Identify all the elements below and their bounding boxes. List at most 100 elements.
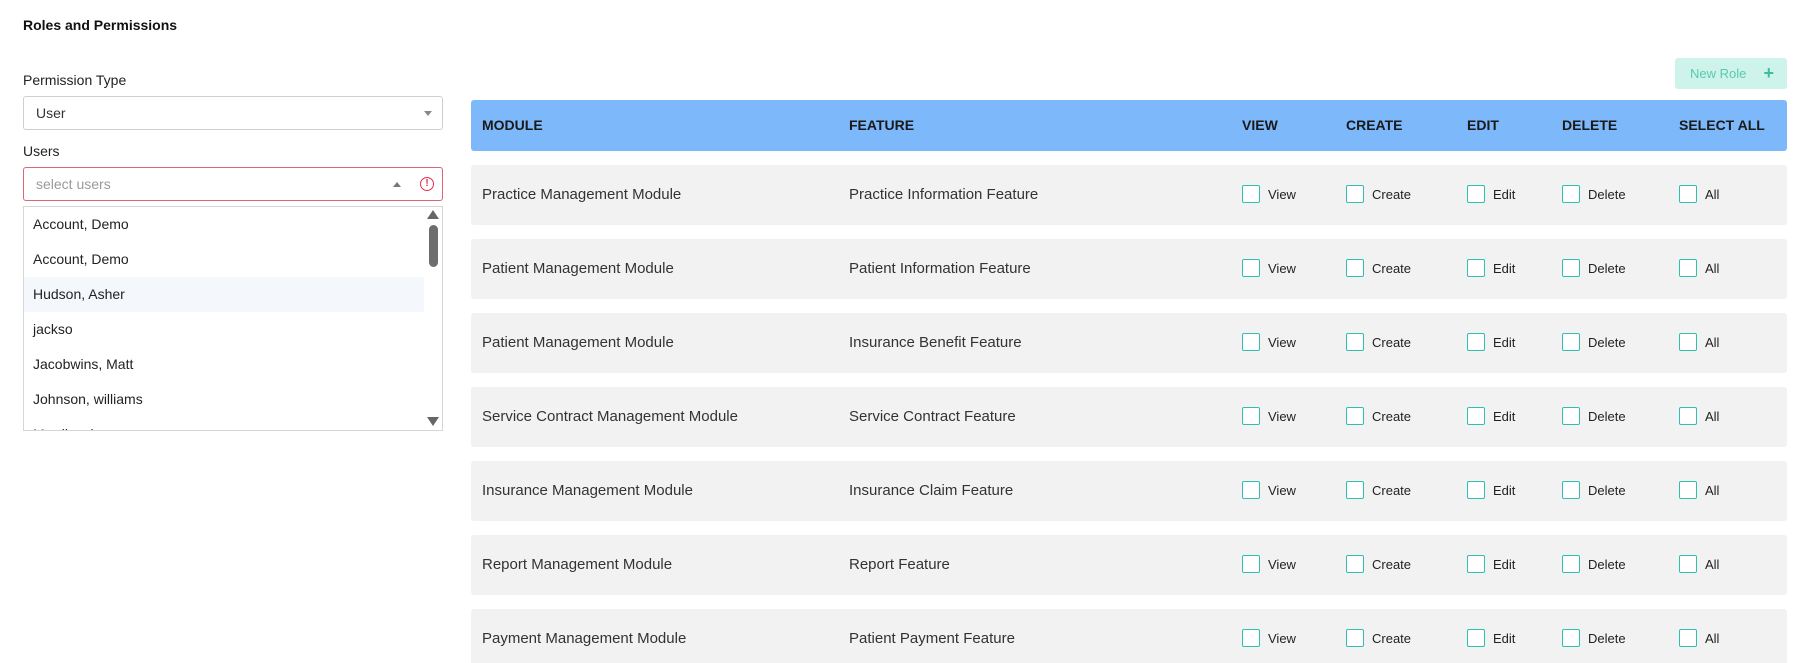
user-option[interactable]: Johnson, williams	[24, 382, 424, 417]
checkbox-box[interactable]	[1242, 407, 1260, 425]
create-checkbox[interactable]: Create	[1346, 407, 1411, 425]
edit-checkbox[interactable]: Edit	[1467, 333, 1515, 351]
delete-checkbox[interactable]: Delete	[1562, 259, 1626, 277]
delete-checkbox[interactable]: Delete	[1562, 555, 1626, 573]
checkbox-box[interactable]	[1679, 185, 1697, 203]
checkbox-box[interactable]	[1242, 481, 1260, 499]
edit-checkbox[interactable]: Edit	[1467, 629, 1515, 647]
create-checkbox[interactable]: Create	[1346, 555, 1411, 573]
checkbox-box[interactable]	[1562, 407, 1580, 425]
edit-checkbox-label: Edit	[1493, 482, 1516, 498]
view-checkbox[interactable]: View	[1242, 333, 1296, 351]
checkbox-box[interactable]	[1467, 333, 1485, 351]
new-role-button[interactable]: New Role +	[1675, 58, 1787, 89]
chevron-up-icon[interactable]	[393, 182, 401, 187]
row-feature: Insurance Claim Feature	[849, 482, 1014, 499]
header-create: CREATE	[1346, 117, 1403, 133]
view-checkbox[interactable]: View	[1242, 407, 1296, 425]
create-checkbox[interactable]: Create	[1346, 185, 1411, 203]
all-checkbox[interactable]: All	[1679, 481, 1719, 499]
view-checkbox[interactable]: View	[1242, 555, 1296, 573]
all-checkbox[interactable]: All	[1679, 555, 1719, 573]
create-checkbox[interactable]: Create	[1346, 629, 1411, 647]
users-placeholder: select users	[36, 176, 111, 192]
view-checkbox[interactable]: View	[1242, 481, 1296, 499]
scroll-up-arrow-icon[interactable]	[427, 210, 439, 219]
create-checkbox-label: Create	[1372, 186, 1412, 202]
delete-checkbox[interactable]: Delete	[1562, 185, 1626, 203]
view-checkbox-label: View	[1268, 260, 1296, 276]
user-option[interactable]: Account, Demo	[24, 207, 424, 242]
user-option[interactable]: Account, Demo	[24, 242, 424, 277]
checkbox-box[interactable]	[1562, 185, 1580, 203]
checkbox-box[interactable]	[1242, 629, 1260, 647]
delete-checkbox[interactable]: Delete	[1562, 481, 1626, 499]
checkbox-box[interactable]	[1562, 333, 1580, 351]
all-checkbox[interactable]: All	[1679, 185, 1719, 203]
user-option[interactable]: Merrlin, shaan	[24, 417, 424, 430]
checkbox-box[interactable]	[1679, 629, 1697, 647]
delete-checkbox[interactable]: Delete	[1562, 407, 1626, 425]
checkbox-box[interactable]	[1562, 259, 1580, 277]
all-checkbox[interactable]: All	[1679, 407, 1719, 425]
user-option[interactable]: Hudson, Asher	[24, 277, 424, 312]
edit-checkbox[interactable]: Edit	[1467, 481, 1515, 499]
checkbox-box[interactable]	[1242, 555, 1260, 573]
delete-checkbox[interactable]: Delete	[1562, 333, 1626, 351]
header-edit: EDIT	[1467, 117, 1499, 133]
all-checkbox-label: All	[1705, 408, 1720, 424]
all-checkbox[interactable]: All	[1679, 333, 1719, 351]
checkbox-box[interactable]	[1346, 333, 1364, 351]
create-checkbox[interactable]: Create	[1346, 481, 1411, 499]
checkbox-box[interactable]	[1467, 407, 1485, 425]
create-checkbox-label: Create	[1372, 556, 1412, 572]
checkbox-box[interactable]	[1346, 555, 1364, 573]
scroll-down-arrow-icon[interactable]	[427, 417, 439, 426]
checkbox-box[interactable]	[1242, 259, 1260, 277]
user-option[interactable]: Jacobwins, Matt	[24, 347, 424, 382]
user-option[interactable]: jackso	[24, 312, 424, 347]
dropdown-scrollbar[interactable]	[424, 207, 442, 430]
view-checkbox[interactable]: View	[1242, 629, 1296, 647]
view-checkbox[interactable]: View	[1242, 185, 1296, 203]
checkbox-box[interactable]	[1679, 333, 1697, 351]
checkbox-box[interactable]	[1562, 481, 1580, 499]
view-checkbox[interactable]: View	[1242, 259, 1296, 277]
checkbox-box[interactable]	[1467, 629, 1485, 647]
checkbox-box[interactable]	[1467, 555, 1485, 573]
all-checkbox[interactable]: All	[1679, 259, 1719, 277]
checkbox-box[interactable]	[1242, 185, 1260, 203]
checkbox-box[interactable]	[1346, 407, 1364, 425]
checkbox-box[interactable]	[1346, 259, 1364, 277]
checkbox-box[interactable]	[1346, 481, 1364, 499]
delete-checkbox[interactable]: Delete	[1562, 629, 1626, 647]
checkbox-box[interactable]	[1346, 185, 1364, 203]
checkbox-box[interactable]	[1346, 629, 1364, 647]
edit-checkbox[interactable]: Edit	[1467, 407, 1515, 425]
users-select-input[interactable]: select users !	[23, 167, 443, 201]
checkbox-box[interactable]	[1467, 259, 1485, 277]
edit-checkbox[interactable]: Edit	[1467, 259, 1515, 277]
checkbox-box[interactable]	[1467, 185, 1485, 203]
checkbox-box[interactable]	[1679, 259, 1697, 277]
row-feature: Service Contract Feature	[849, 408, 1016, 425]
row-feature: Patient Payment Feature	[849, 630, 1015, 647]
permission-type-select[interactable]: User	[23, 96, 443, 130]
checkbox-box[interactable]	[1679, 407, 1697, 425]
scrollbar-thumb[interactable]	[429, 225, 438, 267]
table-row: Patient Management Module Insurance Benef…	[471, 313, 1787, 373]
row-module: Report Management Module	[482, 556, 673, 573]
edit-checkbox[interactable]: Edit	[1467, 185, 1515, 203]
view-checkbox-label: View	[1268, 482, 1296, 498]
checkbox-box[interactable]	[1679, 555, 1697, 573]
create-checkbox[interactable]: Create	[1346, 259, 1411, 277]
edit-checkbox-label: Edit	[1493, 408, 1516, 424]
checkbox-box[interactable]	[1679, 481, 1697, 499]
checkbox-box[interactable]	[1562, 629, 1580, 647]
create-checkbox[interactable]: Create	[1346, 333, 1411, 351]
checkbox-box[interactable]	[1467, 481, 1485, 499]
edit-checkbox[interactable]: Edit	[1467, 555, 1515, 573]
checkbox-box[interactable]	[1562, 555, 1580, 573]
checkbox-box[interactable]	[1242, 333, 1260, 351]
all-checkbox[interactable]: All	[1679, 629, 1719, 647]
